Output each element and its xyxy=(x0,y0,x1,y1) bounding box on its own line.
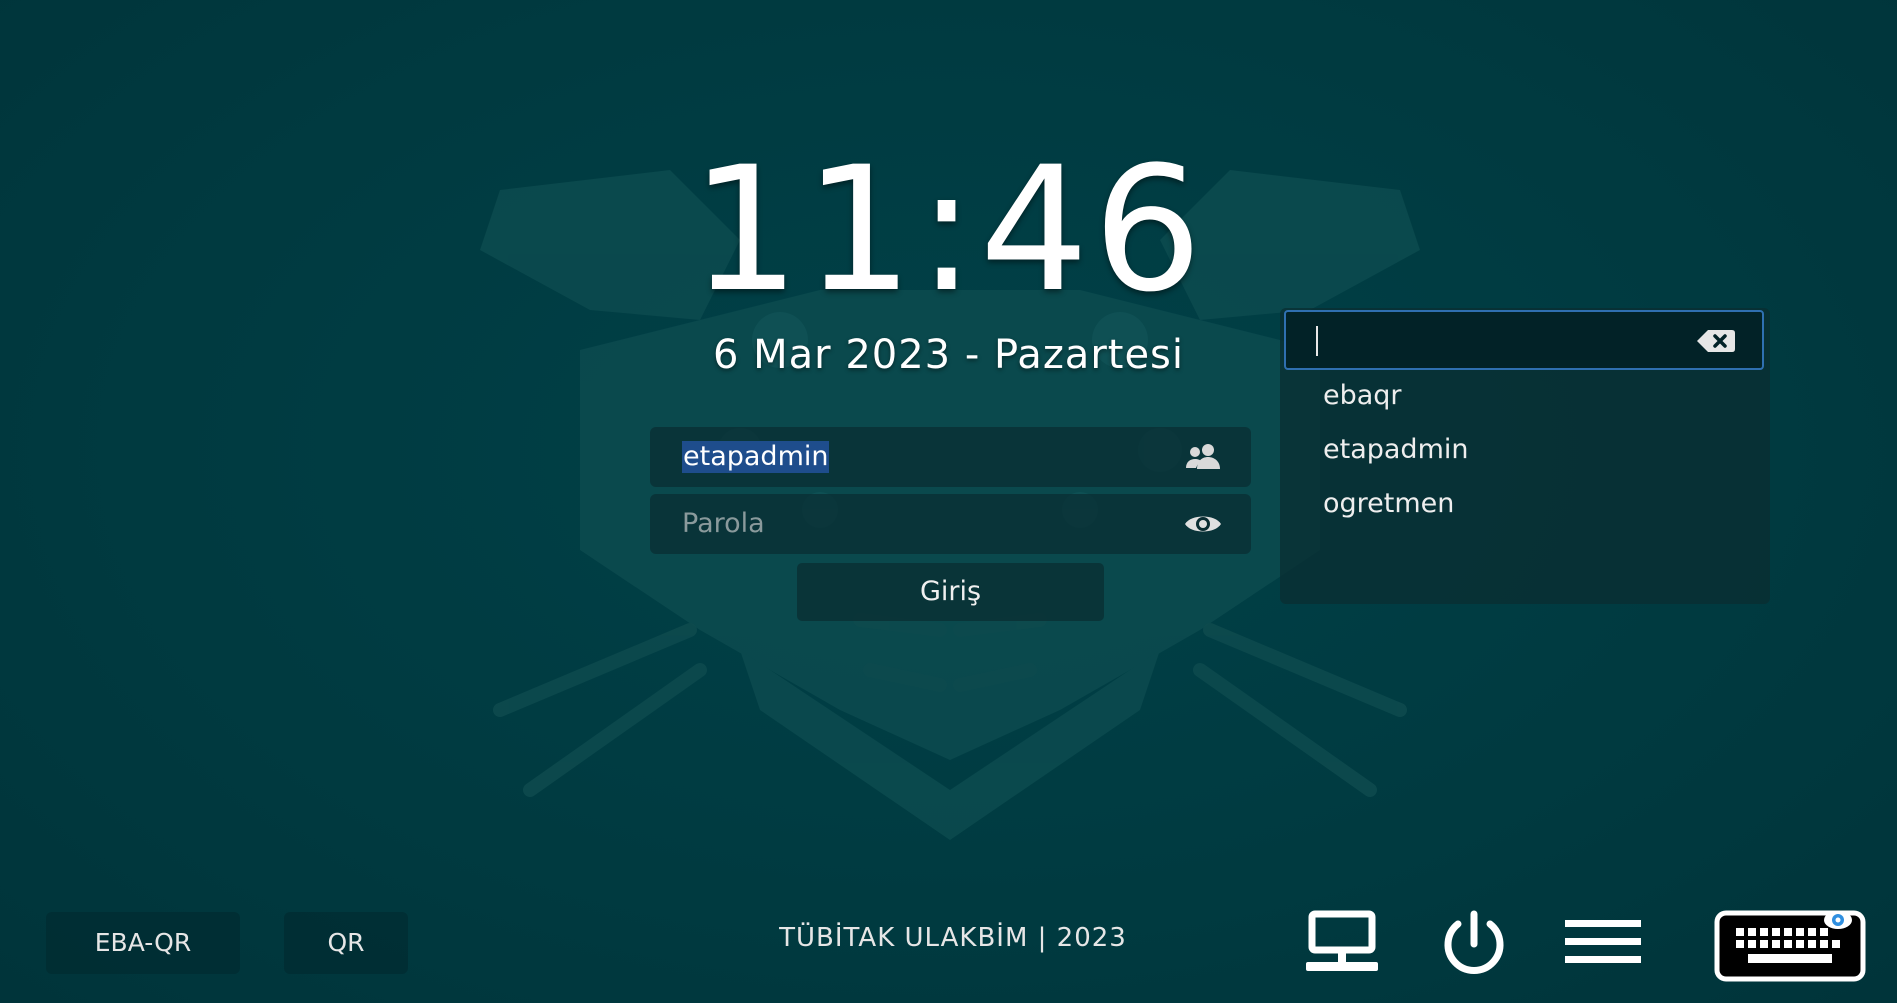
users-icon[interactable] xyxy=(1183,441,1223,473)
login-button[interactable]: Giriş xyxy=(797,563,1104,621)
footer-credit: TÜBİTAK ULAKBİM | 2023 xyxy=(779,923,1127,953)
eba-qr-button[interactable]: EBA-QR xyxy=(46,912,240,974)
password-placeholder: Parola xyxy=(682,508,765,539)
user-search-input[interactable] xyxy=(1284,310,1764,370)
username-value: etapadmin xyxy=(682,441,830,473)
user-dropdown: ebaqr etapadmin ogretmen xyxy=(1280,308,1770,604)
user-option-ebaqr[interactable]: ebaqr xyxy=(1323,380,1402,411)
onscreen-keyboard-icon[interactable] xyxy=(1714,908,1870,988)
user-option-etapadmin[interactable]: etapadmin xyxy=(1323,434,1468,465)
backspace-clear-icon[interactable] xyxy=(1696,328,1736,354)
username-field[interactable]: etapadmin xyxy=(650,427,1251,487)
password-field[interactable]: Parola xyxy=(650,494,1251,554)
power-icon[interactable] xyxy=(1434,910,1514,980)
user-option-ogretmen[interactable]: ogretmen xyxy=(1323,488,1454,519)
eye-icon[interactable] xyxy=(1183,508,1223,540)
login-screen: 11:46 6 Mar 2023 - Pazartesi etapadmin P… xyxy=(0,0,1897,1003)
network-computer-icon[interactable] xyxy=(1304,910,1384,980)
text-caret xyxy=(1316,326,1318,356)
clock: 11:46 xyxy=(690,129,1207,330)
hamburger-menu-icon[interactable] xyxy=(1563,914,1643,974)
qr-button[interactable]: QR xyxy=(284,912,408,974)
